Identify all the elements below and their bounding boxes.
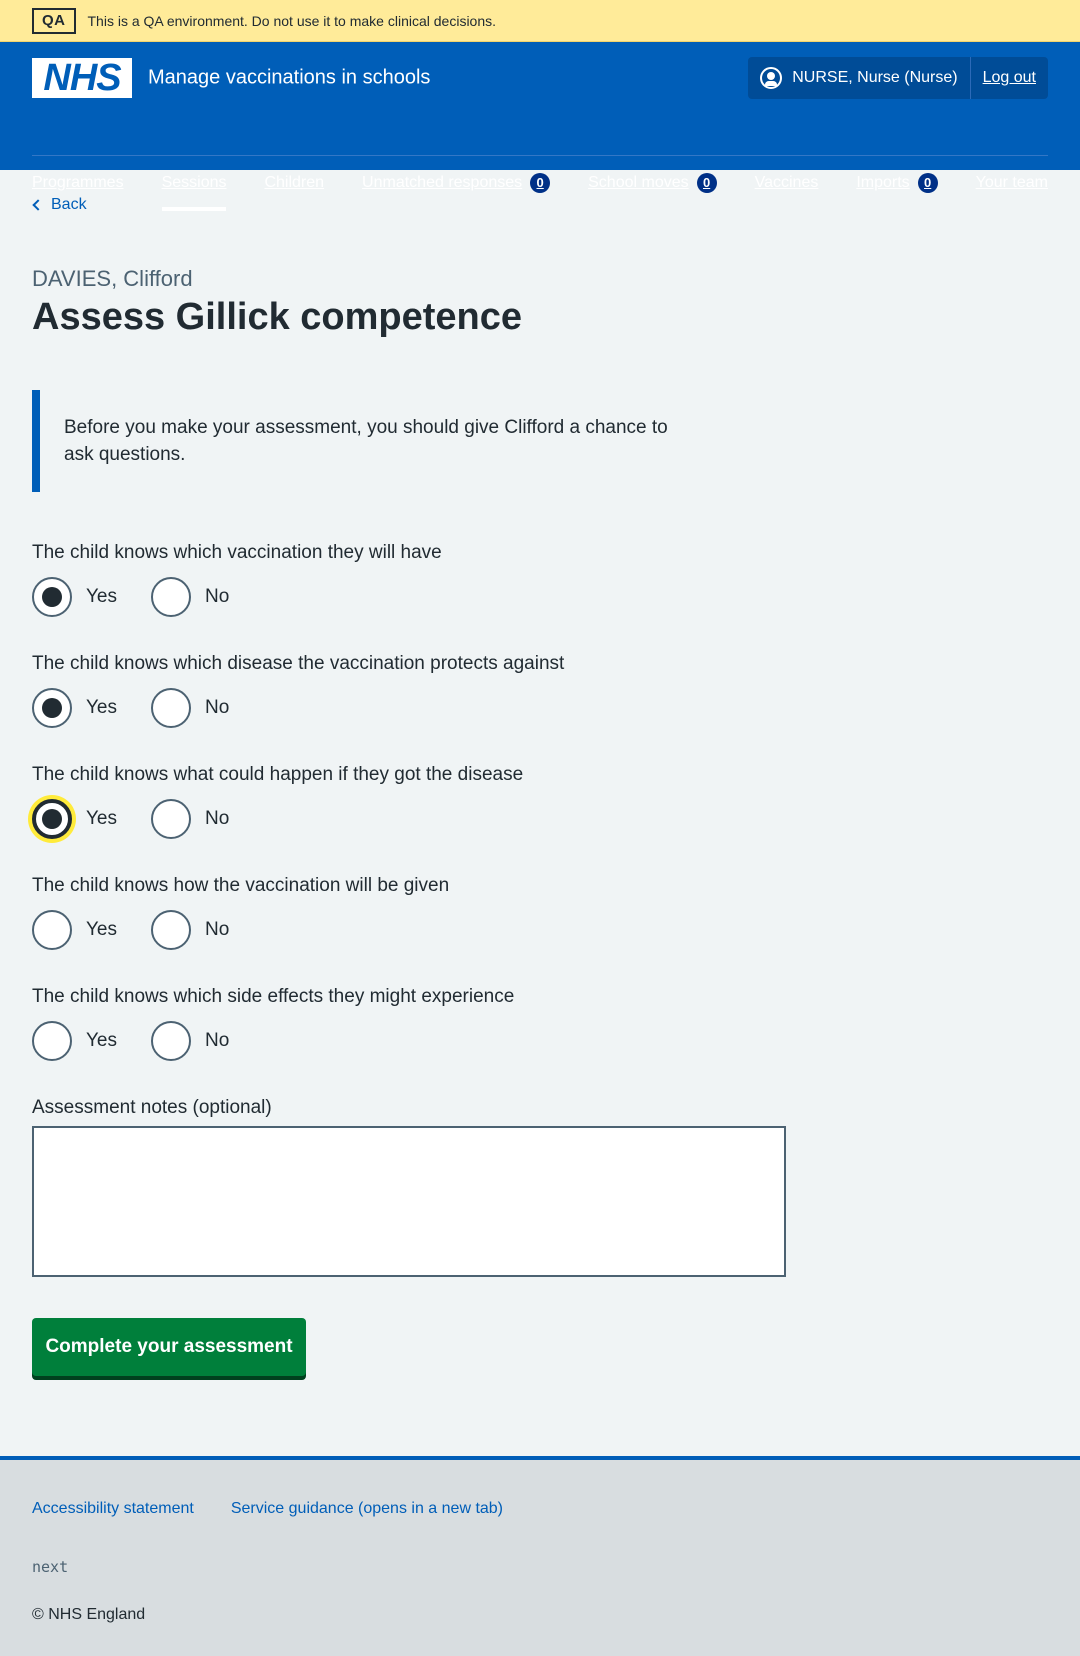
count-badge: 0: [917, 173, 938, 193]
question-label: The child knows which disease the vaccin…: [32, 653, 565, 674]
primary-nav: Programmes Sessions Children Unmatched r…: [32, 155, 1048, 211]
radio-no[interactable]: No: [151, 799, 229, 839]
nav-your-team[interactable]: Your team: [976, 155, 1048, 211]
question-knows-consequences: The child knows what could happen if the…: [32, 763, 523, 839]
nav-imports[interactable]: Imports 0: [856, 155, 938, 211]
count-badge: 0: [696, 173, 717, 193]
question-label: The child knows how the vaccination will…: [32, 875, 450, 896]
user-icon: [760, 67, 783, 89]
radio-yes[interactable]: Yes: [32, 688, 117, 728]
radio-no[interactable]: No: [151, 1021, 229, 1061]
question-label: The child knows which vaccination they w…: [32, 542, 442, 563]
footer: Accessibility statement Service guidance…: [0, 1456, 1080, 1656]
inset-text: Before you make your assessment, you sho…: [32, 390, 712, 492]
qa-banner: QA This is a QA environment. Do not use …: [0, 0, 1080, 42]
account: NURSE, Nurse (Nurse) Log out: [748, 57, 1048, 99]
version-text: next: [32, 1558, 69, 1576]
back-link[interactable]: Back: [32, 196, 87, 214]
user-name: NURSE, Nurse (Nurse): [792, 69, 958, 86]
nhs-logo[interactable]: NHS: [32, 58, 132, 98]
qa-banner-text: This is a QA environment. Do not use it …: [87, 12, 497, 29]
radio-yes[interactable]: Yes: [32, 577, 117, 617]
chevron-left-icon: [32, 199, 44, 211]
nav-children[interactable]: Children: [264, 155, 324, 211]
complete-assessment-button[interactable]: Complete your assessment: [32, 1318, 306, 1376]
nav-vaccines[interactable]: Vaccines: [755, 155, 819, 211]
nav-sessions[interactable]: Sessions: [161, 155, 226, 211]
back-label: Back: [51, 196, 87, 213]
logout-link[interactable]: Log out: [971, 69, 1048, 87]
question-knows-administration: The child knows how the vaccination will…: [32, 874, 449, 950]
copyright: © NHS England: [32, 1606, 146, 1623]
question-label: The child knows what could happen if the…: [32, 764, 524, 785]
question-label: The child knows which side effects they …: [32, 986, 515, 1007]
radio-no[interactable]: No: [151, 910, 229, 950]
count-badge: 0: [530, 173, 551, 193]
assessment-notes-field[interactable]: [32, 1126, 786, 1277]
radio-yes[interactable]: Yes: [32, 1021, 117, 1061]
page-title: Assess Gillick competence: [32, 296, 523, 338]
question-knows-side-effects: The child knows which side effects they …: [32, 985, 514, 1061]
radio-yes[interactable]: Yes: [32, 910, 117, 950]
radio-yes[interactable]: Yes: [32, 799, 117, 839]
accessibility-statement-link[interactable]: Accessibility statement: [32, 1500, 194, 1518]
nav-unmatched-responses[interactable]: Unmatched responses 0: [362, 155, 551, 211]
question-knows-vaccination: The child knows which vaccination they w…: [32, 541, 442, 617]
patient-name: DAVIES, Clifford: [32, 266, 193, 291]
question-knows-disease: The child knows which disease the vaccin…: [32, 652, 564, 728]
service-guidance-link[interactable]: Service guidance (opens in a new tab): [231, 1500, 503, 1518]
service-name[interactable]: Manage vaccinations in schools: [148, 67, 430, 90]
radio-no[interactable]: No: [151, 688, 229, 728]
account-user: NURSE, Nurse (Nurse): [748, 57, 971, 99]
radio-no[interactable]: No: [151, 577, 229, 617]
notes-label: Assessment notes (optional): [32, 1097, 272, 1118]
qa-tag: QA: [32, 7, 76, 34]
header: NHS Manage vaccinations in schools NURSE…: [0, 42, 1080, 211]
nav-school-moves[interactable]: School moves 0: [588, 155, 717, 211]
nhs-logo-text: NHS: [43, 57, 121, 99]
